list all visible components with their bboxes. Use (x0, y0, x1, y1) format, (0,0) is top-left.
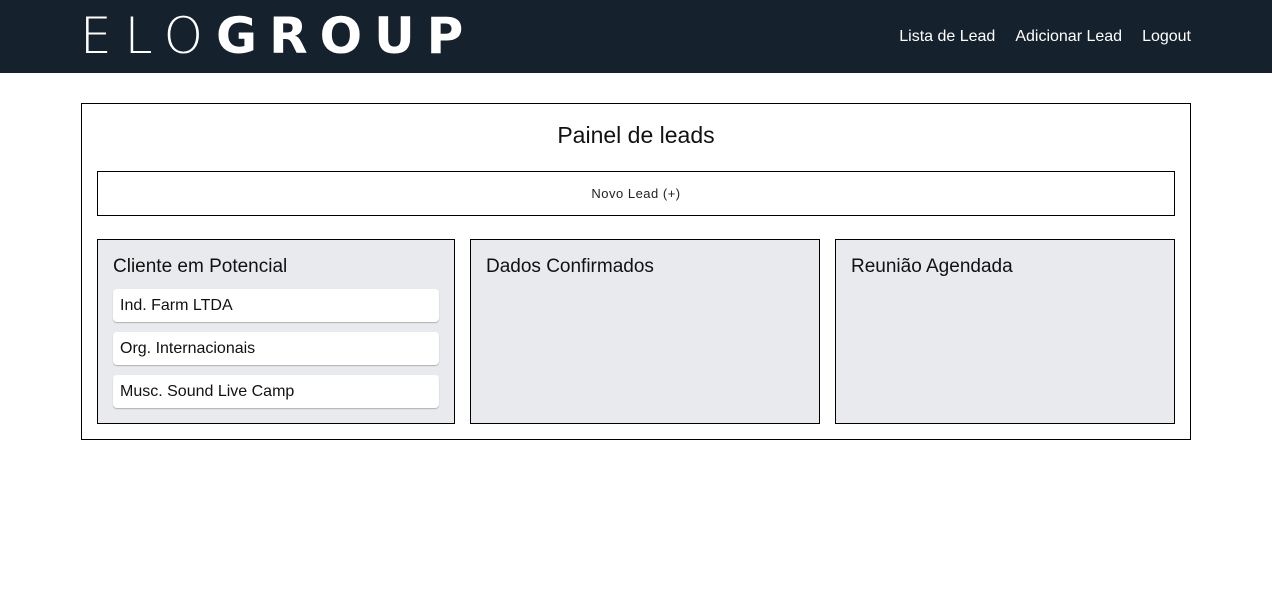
column-title: Reunião Agendada (851, 256, 1013, 277)
logo-light-text: ELO (80, 7, 217, 65)
leads-panel: Painel de leads Novo Lead (+) Cliente em… (81, 103, 1191, 440)
column-reuniao-agendada[interactable]: Reunião Agendada (835, 239, 1175, 424)
logo-bold-text: GROUP (216, 7, 476, 65)
page-title: Painel de leads (557, 122, 715, 148)
column-cliente-em-potencial[interactable]: Cliente em Potencial Ind. Farm LTDA Org.… (97, 239, 455, 424)
nav-links: Lista de Lead Adicionar Lead Logout (899, 0, 1191, 73)
lead-card[interactable]: Org. Internacionais (113, 332, 439, 365)
lead-card[interactable]: Ind. Farm LTDA (113, 289, 439, 322)
nav-link-lista-de-lead[interactable]: Lista de Lead (899, 28, 995, 46)
lead-card[interactable]: Musc. Sound Live Camp (113, 375, 439, 408)
column-title: Cliente em Potencial (113, 256, 288, 277)
nav-link-adicionar-lead[interactable]: Adicionar Lead (1015, 28, 1122, 46)
nav-link-logout[interactable]: Logout (1142, 28, 1191, 46)
elogroup-logo[interactable]: ELO GROUP (80, 10, 475, 62)
column-title: Dados Confirmados (486, 256, 654, 277)
new-lead-button[interactable]: Novo Lead (+) (97, 171, 1175, 216)
column-dados-confirmados[interactable]: Dados Confirmados (470, 239, 820, 424)
card-list: Ind. Farm LTDA Org. Internacionais Musc.… (113, 289, 439, 418)
navbar: ELO GROUP Lista de Lead Adicionar Lead Lo… (0, 0, 1272, 73)
